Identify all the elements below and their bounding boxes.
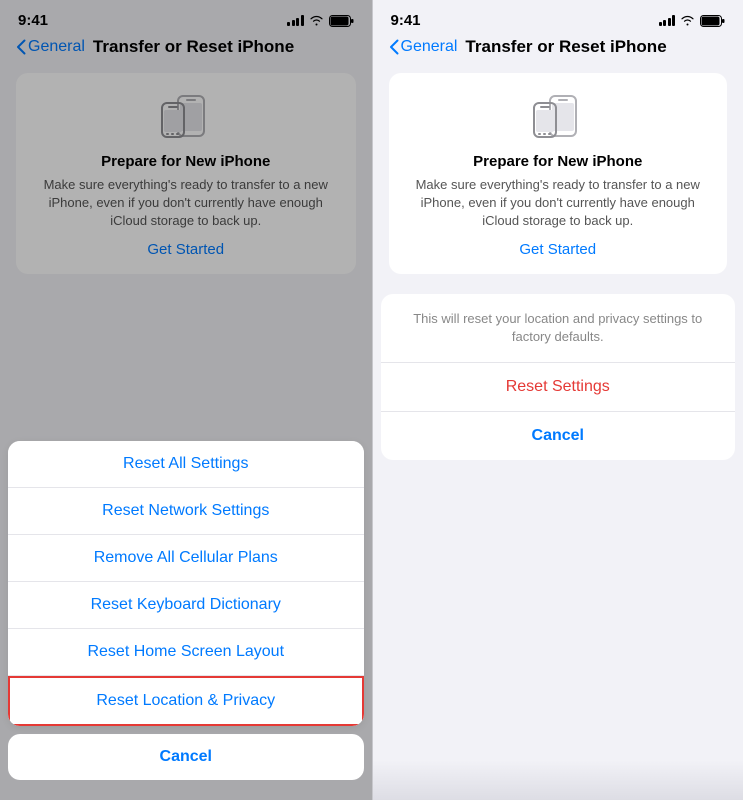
reset-keyboard-dictionary-item[interactable]: Reset Keyboard Dictionary — [8, 582, 364, 629]
overlay-content-left: Reset All Settings Reset Network Setting… — [0, 0, 372, 800]
wifi-icon-right — [680, 15, 695, 26]
cancel-button-right-dialog[interactable]: Cancel — [381, 412, 736, 460]
reset-network-settings-item[interactable]: Reset Network Settings — [8, 488, 364, 535]
prepare-desc-right: Make sure everything's ready to transfer… — [405, 176, 712, 231]
cancel-btn-container-left: Cancel — [8, 734, 364, 780]
right-phone-panel: 9:41 — [372, 0, 743, 800]
reset-home-screen-item[interactable]: Reset Home Screen Layout — [8, 629, 364, 676]
status-time-right: 9:41 — [391, 12, 421, 29]
bottom-gradient-right — [373, 760, 743, 800]
phone-icon-right — [528, 93, 588, 143]
confirmation-dialog: This will reset your location and privac… — [381, 294, 736, 460]
left-phone-panel: 9:41 — [0, 0, 372, 800]
reset-settings-button[interactable]: Reset Settings — [381, 363, 736, 412]
cancel-button-left[interactable]: Cancel — [8, 734, 364, 780]
status-icons-right — [659, 15, 726, 27]
nav-bar-right: General Transfer or Reset iPhone — [373, 33, 743, 65]
signal-icon-right — [659, 15, 676, 26]
reset-all-settings-item[interactable]: Reset All Settings — [8, 441, 364, 488]
get-started-right[interactable]: Get Started — [519, 241, 596, 258]
reset-options-list: Reset All Settings Reset Network Setting… — [8, 441, 364, 726]
prepare-title-right: Prepare for New iPhone — [473, 153, 642, 170]
battery-icon-right — [700, 15, 725, 27]
back-button-right[interactable]: General — [389, 38, 458, 56]
status-bar-right: 9:41 — [373, 0, 743, 33]
remove-cellular-plans-item[interactable]: Remove All Cellular Plans — [8, 535, 364, 582]
page-title-right: Transfer or Reset iPhone — [465, 37, 666, 57]
confirm-message: This will reset your location and privac… — [381, 294, 736, 363]
reset-location-privacy-item[interactable]: Reset Location & Privacy — [8, 676, 364, 726]
back-label-right: General — [401, 38, 458, 56]
prepare-card-right: Prepare for New iPhone Make sure everyth… — [389, 73, 728, 274]
